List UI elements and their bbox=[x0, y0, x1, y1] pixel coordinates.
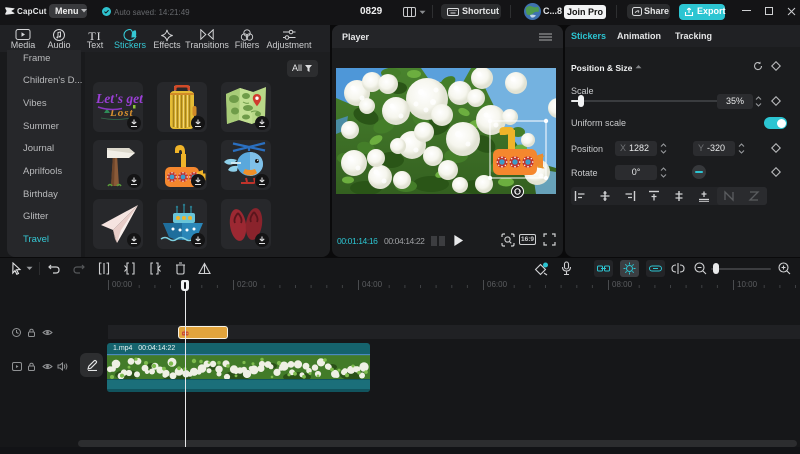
svg-text:Let's get: Let's get bbox=[95, 91, 143, 106]
